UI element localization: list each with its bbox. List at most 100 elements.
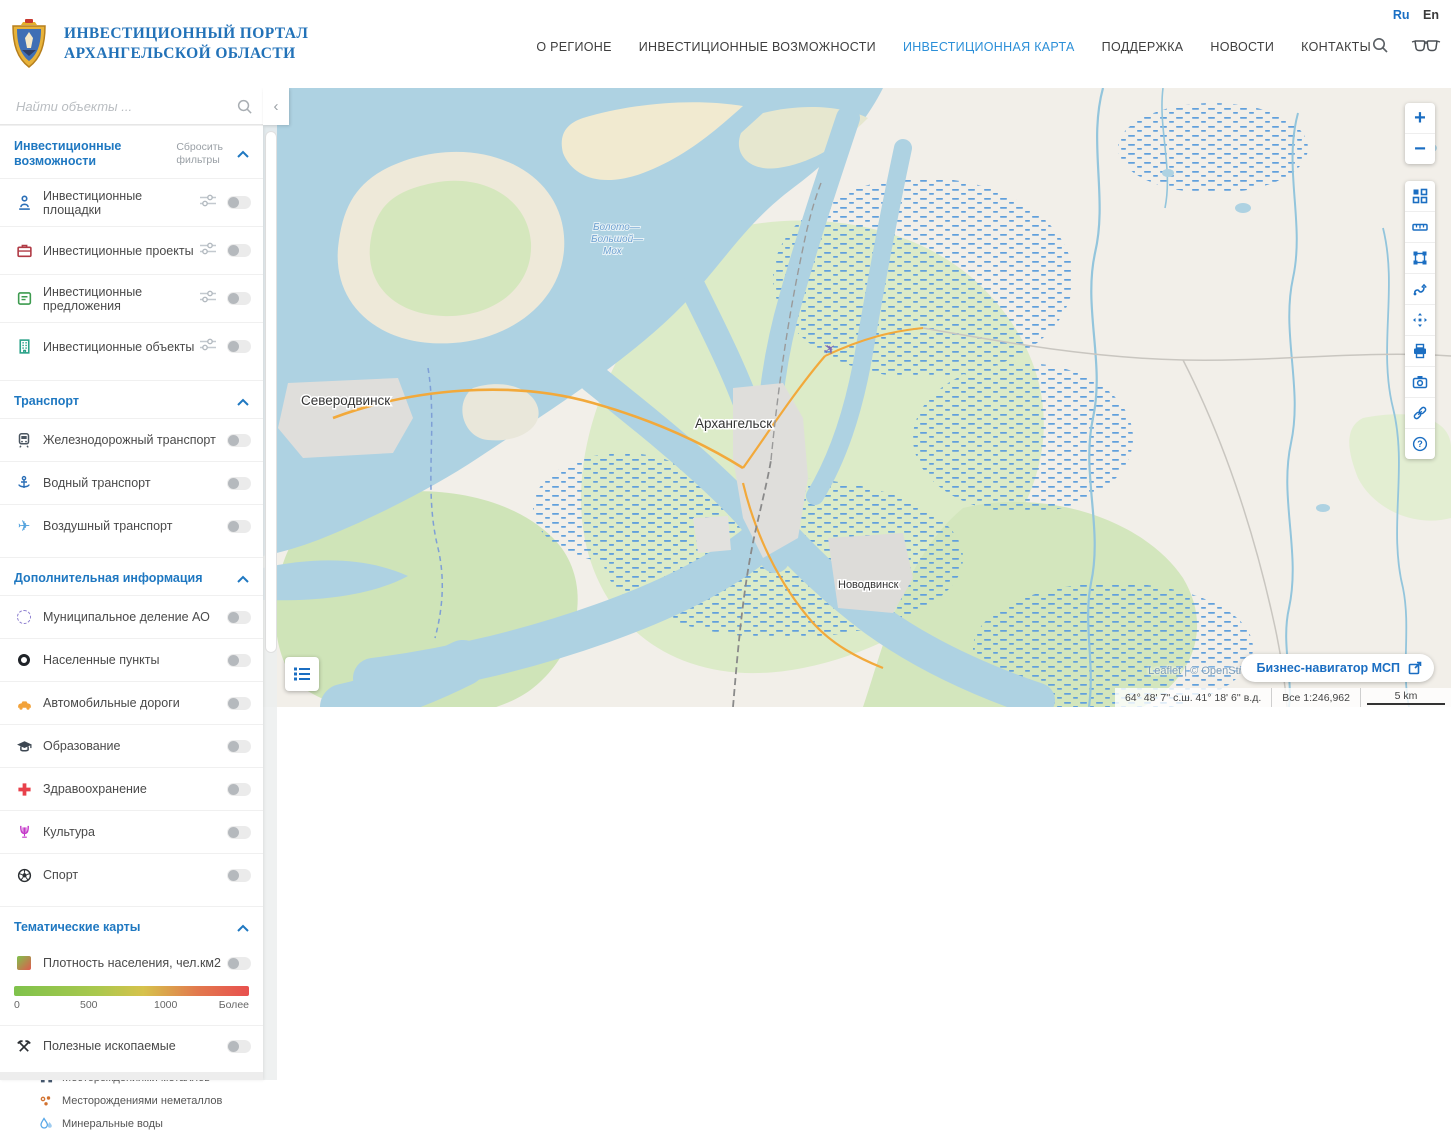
printer-icon bbox=[1412, 343, 1428, 359]
question-icon: ? bbox=[1412, 436, 1428, 452]
print-button[interactable] bbox=[1405, 336, 1435, 367]
nav-region[interactable]: О РЕГИОНЕ bbox=[536, 40, 611, 54]
sport-ball-icon bbox=[14, 868, 34, 883]
business-navigator-button[interactable]: Бизнес-навигатор МСП bbox=[1241, 654, 1435, 682]
layer-label: Автомобильные дороги bbox=[43, 696, 227, 710]
screenshot-button[interactable] bbox=[1405, 367, 1435, 398]
measure-path-button[interactable] bbox=[1405, 274, 1435, 305]
basemap-grid-button[interactable] bbox=[1405, 181, 1435, 212]
layer-toggle[interactable] bbox=[227, 697, 251, 710]
culture-lyre-icon bbox=[14, 824, 34, 840]
filter-sliders-icon[interactable] bbox=[199, 290, 217, 308]
layer-toggle[interactable] bbox=[227, 869, 251, 882]
layer-toggle[interactable] bbox=[227, 783, 251, 796]
layer-toggle[interactable] bbox=[227, 244, 251, 257]
header-search-icon[interactable] bbox=[1371, 36, 1389, 54]
search-input[interactable] bbox=[14, 98, 236, 115]
layer-row-air-transport[interactable]: ✈ Воздушный транспорт bbox=[0, 504, 263, 547]
roads-car-icon bbox=[14, 696, 34, 711]
zoom-in-button[interactable]: + bbox=[1405, 103, 1435, 134]
business-navigator-label: Бизнес-навигатор МСП bbox=[1257, 661, 1401, 675]
layer-toggle[interactable] bbox=[227, 434, 251, 447]
reset-filters-button[interactable]: Сбросить фильтры bbox=[176, 141, 223, 167]
select-area-button[interactable] bbox=[1405, 243, 1435, 274]
layer-label: Железнодорожный транспорт bbox=[43, 433, 227, 447]
layer-row-municipal[interactable]: Муниципальное деление АО bbox=[0, 595, 263, 638]
layer-label: Здравоохранение bbox=[43, 782, 227, 796]
layer-toggle[interactable] bbox=[227, 1040, 251, 1053]
layer-row-culture[interactable]: Культура bbox=[0, 810, 263, 853]
density-legend: 0 500 1000 Более bbox=[0, 982, 263, 1025]
layer-toggle[interactable] bbox=[227, 520, 251, 533]
subrow-mineral-water[interactable]: Минеральные воды bbox=[0, 1112, 263, 1135]
section-invest-title: Инвестиционные возможности bbox=[14, 139, 176, 169]
chevron-up-icon[interactable] bbox=[237, 575, 249, 583]
layer-toggle[interactable] bbox=[227, 477, 251, 490]
nav-contacts[interactable]: КОНТАКТЫ bbox=[1301, 40, 1371, 54]
nav-opportunities[interactable]: ИНВЕСТИЦИОННЫЕ ВОЗМОЖНОСТИ bbox=[639, 40, 876, 54]
share-link-button[interactable] bbox=[1405, 398, 1435, 429]
layer-row-sport[interactable]: Спорт bbox=[0, 853, 263, 896]
layer-row-population-density[interactable]: Плотность населения, чел.км2 bbox=[0, 944, 263, 982]
accessibility-glasses-icon[interactable] bbox=[1411, 37, 1441, 53]
layer-toggle[interactable] bbox=[227, 957, 251, 970]
help-button[interactable]: ? bbox=[1405, 429, 1435, 459]
section-invest-header[interactable]: Инвестиционные возможности Сбросить филь… bbox=[0, 125, 263, 178]
arkhangelsk-coat-of-arms-logo[interactable] bbox=[8, 17, 50, 71]
layer-row-invest-sites[interactable]: Инвестиционные площадки bbox=[0, 178, 263, 226]
scalebar: 5 km bbox=[1360, 688, 1451, 707]
density-scale-more: Более bbox=[219, 999, 249, 1011]
layer-row-settlements[interactable]: Населенные пункты bbox=[0, 638, 263, 681]
layer-row-roads[interactable]: Автомобильные дороги bbox=[0, 681, 263, 724]
main-nav: О РЕГИОНЕ ИНВЕСТИЦИОННЫЕ ВОЗМОЖНОСТИ ИНВ… bbox=[536, 40, 1371, 54]
section-thematic-header[interactable]: Тематические карты bbox=[0, 906, 263, 944]
layer-toggle[interactable] bbox=[227, 340, 251, 353]
measure-ruler-button[interactable] bbox=[1405, 212, 1435, 243]
legend-button[interactable] bbox=[285, 657, 319, 691]
layer-toggle[interactable] bbox=[227, 654, 251, 667]
layer-row-invest-objects[interactable]: Инвестиционные объекты bbox=[0, 322, 263, 370]
scalebar-line bbox=[1367, 703, 1445, 705]
invest-sites-icon bbox=[14, 194, 34, 211]
nav-investment-map[interactable]: ИНВЕСТИЦИОННАЯ КАРТА bbox=[903, 40, 1075, 54]
lang-en[interactable]: En bbox=[1423, 8, 1439, 22]
layer-row-invest-projects[interactable]: Инвестиционные проекты bbox=[0, 226, 263, 274]
sidebar-collapse-button[interactable]: ‹ bbox=[263, 88, 289, 125]
subrow-label: Месторождениями неметаллов bbox=[62, 1095, 222, 1107]
nav-support[interactable]: ПОДДЕРЖКА bbox=[1102, 40, 1184, 54]
layer-row-rail-transport[interactable]: Железнодорожный транспорт bbox=[0, 418, 263, 461]
external-link-icon bbox=[1408, 661, 1422, 675]
chevron-up-icon[interactable] bbox=[237, 150, 249, 158]
layer-label: Водный транспорт bbox=[43, 476, 227, 490]
lang-ru[interactable]: Ru bbox=[1393, 8, 1410, 22]
list-icon bbox=[293, 666, 311, 682]
filter-sliders-icon[interactable] bbox=[199, 338, 217, 356]
filter-sliders-icon[interactable] bbox=[199, 194, 217, 212]
filter-sliders-icon[interactable] bbox=[199, 242, 217, 260]
layer-row-invest-offers[interactable]: Инвестиционные предложения bbox=[0, 274, 263, 322]
layer-row-water-transport[interactable]: Водный транспорт bbox=[0, 461, 263, 504]
layer-toggle[interactable] bbox=[227, 740, 251, 753]
layer-row-education[interactable]: Образование bbox=[0, 724, 263, 767]
layer-toggle[interactable] bbox=[227, 826, 251, 839]
map-canvas[interactable]: ✈ Болото— Большой— Мох Северодвинск Арха… bbox=[263, 88, 1451, 707]
zoom-out-button[interactable]: − bbox=[1405, 134, 1435, 164]
chevron-up-icon[interactable] bbox=[237, 924, 249, 932]
layer-toggle[interactable] bbox=[227, 611, 251, 624]
site-title[interactable]: ИНВЕСТИЦИОННЫЙ ПОРТАЛ АРХАНГЕЛЬСКОЙ ОБЛА… bbox=[64, 24, 308, 64]
layer-row-health[interactable]: Здравоохранение bbox=[0, 767, 263, 810]
layer-toggle[interactable] bbox=[227, 196, 251, 209]
section-transport-header[interactable]: Транспорт bbox=[0, 380, 263, 418]
sidebar-scrollbar-thumb[interactable] bbox=[265, 131, 277, 653]
section-info-header[interactable]: Дополнительная информация bbox=[0, 557, 263, 595]
zoom-control-group: + − bbox=[1405, 103, 1435, 164]
layer-toggle[interactable] bbox=[227, 292, 251, 305]
search-icon[interactable] bbox=[236, 98, 253, 115]
subrow-nonmetal-deposits[interactable]: Месторождениями неметаллов bbox=[0, 1089, 263, 1112]
pan-button[interactable] bbox=[1405, 305, 1435, 336]
nav-news[interactable]: НОВОСТИ bbox=[1210, 40, 1274, 54]
select-rectangle-icon bbox=[1412, 250, 1428, 266]
chevron-up-icon[interactable] bbox=[237, 398, 249, 406]
layer-row-minerals[interactable]: Полезные ископаемые bbox=[0, 1025, 263, 1066]
move-arrows-icon bbox=[1412, 312, 1428, 328]
